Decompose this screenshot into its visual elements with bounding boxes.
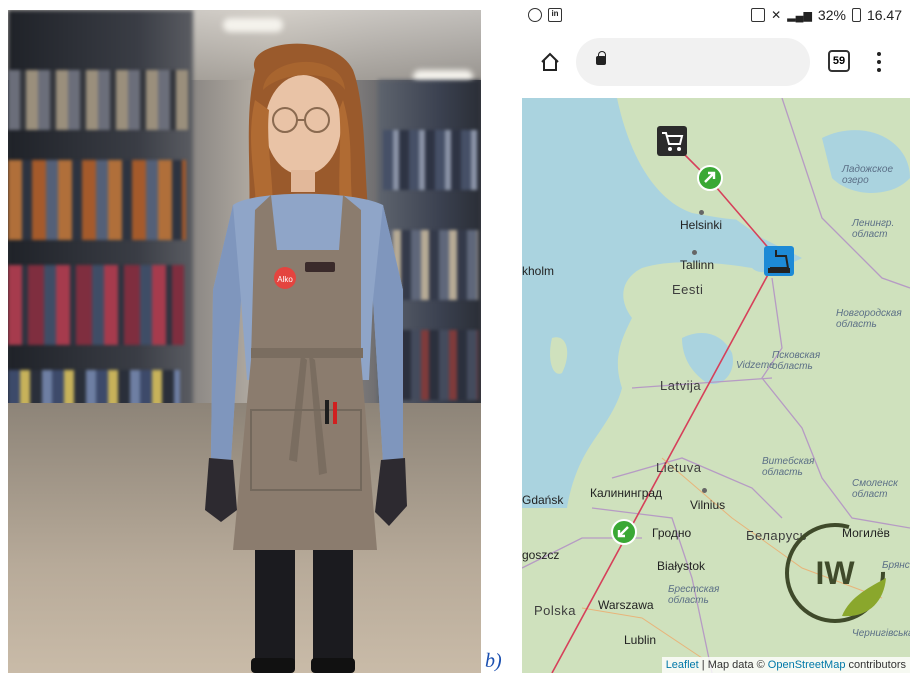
green-arrow-marker[interactable] xyxy=(696,164,724,192)
apron-badge-text: Alko xyxy=(277,275,293,284)
signal-icon: ▂▄▆ xyxy=(787,9,812,22)
home-icon xyxy=(541,52,559,71)
label-stockholm: kholm xyxy=(522,264,555,278)
label-kaliningrad: Калининград xyxy=(590,486,663,500)
label-grodno: Гродно xyxy=(652,526,692,540)
alarm-icon xyxy=(751,8,766,22)
menu-dot xyxy=(877,52,881,56)
attribution-text: | Map data © xyxy=(701,659,765,671)
tab-count-button[interactable]: 59 xyxy=(828,50,850,72)
battery-percent: 32% xyxy=(817,7,846,23)
browser-toolbar: 59 xyxy=(520,30,910,94)
label-eesti: Eesti xyxy=(672,282,704,297)
home-button[interactable] xyxy=(528,40,572,84)
label-vilnius: Vilnius xyxy=(690,498,726,512)
menu-dot xyxy=(877,60,881,64)
label-brest: Брестская область xyxy=(668,584,720,606)
overflow-menu-button[interactable] xyxy=(872,50,886,74)
store-photo: Alko xyxy=(8,10,481,673)
label-lietuva: Lietuva xyxy=(656,460,702,475)
map-attribution: Leaflet | Map data © OpenStreetMap contr… xyxy=(661,657,910,673)
osm-link[interactable]: OpenStreetMap xyxy=(768,659,846,671)
shelf-row xyxy=(8,265,184,345)
city-dot xyxy=(699,210,704,215)
label-tallinn: Tallinn xyxy=(680,258,715,272)
status-bar: in ✕ ▂▄▆ 32% 16.47 xyxy=(520,0,910,30)
label-novgorod: Новгородская область xyxy=(836,308,902,330)
label-vidzeme: Vidzeme xyxy=(736,360,775,371)
battery-icon xyxy=(851,8,861,22)
label-leningrad: Ленингр. област xyxy=(852,218,895,240)
label-bialystok: Białystok xyxy=(657,559,706,573)
whatsapp-icon xyxy=(528,8,542,22)
label-warszawa: Warszawa xyxy=(598,598,654,612)
person-figure: Alko xyxy=(205,43,407,673)
label-vitebsk: Витебская область xyxy=(762,456,815,478)
linkedin-icon: in xyxy=(548,8,562,22)
iw-logo-watermark: IW xyxy=(785,523,886,623)
city-dot xyxy=(692,250,697,255)
watermark-text: IW xyxy=(815,555,855,591)
label-lublin: Lublin xyxy=(624,633,657,647)
label-latvija: Latvija xyxy=(660,378,702,393)
city-dot xyxy=(702,488,707,493)
label-goszcz: goszcz xyxy=(522,548,560,562)
label-ladoga: Ладожское озеро xyxy=(842,164,894,186)
shelf-row xyxy=(8,160,186,240)
leaflet-link[interactable]: Leaflet xyxy=(666,659,699,671)
label-polska: Polska xyxy=(534,603,577,618)
shelf-row xyxy=(8,70,188,130)
label-pskov: Псковская область xyxy=(772,350,821,372)
map-view[interactable]: Helsinki Tallinn kholm Eesti Latvija Vid… xyxy=(522,98,910,673)
truck-marker[interactable] xyxy=(762,244,796,278)
mute-icon: ✕ xyxy=(771,8,782,22)
lock-icon xyxy=(596,51,606,65)
address-bar[interactable] xyxy=(576,38,810,86)
label-gdansk: Gdańsk xyxy=(522,493,564,507)
menu-dot xyxy=(877,68,881,72)
figure-panel-label: b) xyxy=(485,650,502,672)
label-helsinki: Helsinki xyxy=(680,218,723,232)
attribution-contributors: contributors xyxy=(848,659,906,671)
status-time: 16.47 xyxy=(866,7,902,23)
label-chernigov: Чернигівська xyxy=(852,628,910,639)
green-arrow-marker-south[interactable] xyxy=(610,518,638,546)
shopping-cart-marker[interactable] xyxy=(655,124,689,158)
phone-screenshot: in ✕ ▂▄▆ 32% 16.47 59 Helsinki Tallinn k… xyxy=(520,0,910,673)
label-smolensk: Смоленск област xyxy=(852,478,898,500)
